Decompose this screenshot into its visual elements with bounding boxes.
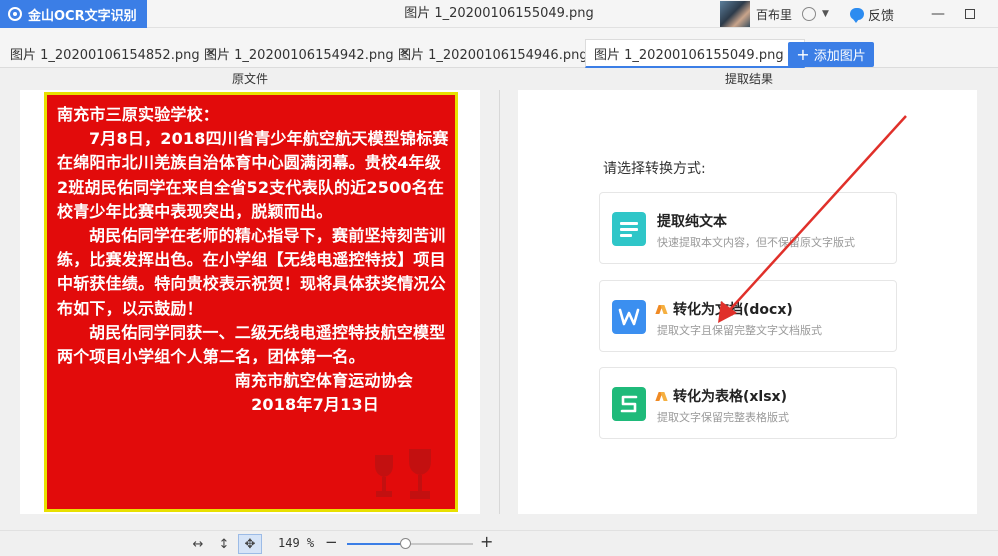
convert-to-docx-option[interactable]: 转化为文档(docx) 提取文字且保留完整文字文档版式 [599,280,897,352]
vip-badge-icon [657,391,668,402]
zoom-in-button[interactable]: + [480,532,493,551]
poster-signature: 南充市航空体育运动协会 [234,371,413,391]
minimize-button[interactable]: — [920,0,956,28]
original-image: 南充市三原实验学校： 7月8日，2018四川省青少年航空航天模型锦标赛在绵阳市北… [44,92,458,512]
tab-label: 图片 1_20200106154942.png [204,48,394,63]
chevron-down-icon[interactable]: ▼ [822,9,829,19]
zoom-level: 149 % [278,536,315,550]
app-brand-label: 金山OCR文字识别 [28,8,137,24]
add-image-label: 添加图片 [813,49,866,64]
trophy-decoration-icon [375,449,431,499]
result-pane: 请选择转换方式: 提取纯文本 快速提取本文内容，但不保留原文字版式 转化为文档(… [518,90,977,514]
tab-image-3[interactable]: 图片 1_20200106154946.png ✕ [390,39,608,68]
maximize-icon [965,9,975,19]
poster-heading: 南充市三原实验学校： [57,105,220,124]
maximize-button[interactable] [952,0,988,28]
poster-date: 2018年7月13日 [251,395,379,415]
tab-image-1[interactable]: 图片 1_20200106154852.png ✕ [2,39,220,68]
fit-height-icon[interactable]: ↕ [212,534,236,554]
poster-paragraph-3: 胡民佑同学同获一、二级无线电遥控特技航空模型两个项目小学组个人第二名，团体第一名… [57,322,446,367]
convert-prompt: 请选择转换方式: [603,161,706,177]
zoom-slider-thumb[interactable] [399,538,411,549]
option-title: 转化为表格(xlsx) [657,386,787,406]
tab-image-2[interactable]: 图片 1_20200106154942.png ✕ [196,39,414,68]
tab-label: 图片 1_20200106154852.png [10,48,200,63]
text-lines-icon [612,212,646,246]
original-file-header: 原文件 [231,72,268,86]
window-title: 图片 1_20200106155049.png [404,6,594,21]
add-image-button[interactable]: + 添加图片 [788,42,874,67]
app-brand[interactable]: 金山OCR文字识别 [0,0,147,28]
tab-bar: 图片 1_20200106154852.png ✕ 图片 1_202001061… [0,28,998,68]
option-description: 快速提取本文内容，但不保留原文字版式 [657,236,855,249]
extract-plain-text-option[interactable]: 提取纯文本 快速提取本文内容，但不保留原文字版式 [599,192,897,264]
title-bar: 金山OCR文字识别 图片 1_20200106155049.png 百布里 ▼ … [0,0,998,28]
tab-image-4[interactable]: 图片 1_20200106155049.png ✕ [585,39,806,68]
plus-icon: + [796,44,810,64]
pan-move-icon[interactable]: ✥ [238,534,262,554]
avatar[interactable] [720,1,750,27]
tab-label: 图片 1_20200106154946.png [398,48,588,63]
tab-label: 图片 1_20200106155049.png [594,47,784,63]
original-image-pane[interactable]: 南充市三原实验学校： 7月8日，2018四川省青少年航空航天模型锦标赛在绵阳市北… [20,90,480,514]
user-name[interactable]: 百布里 [756,6,792,23]
option-description: 提取文字保留完整表格版式 [657,411,789,424]
feedback-label: 反馈 [868,8,895,24]
zoom-slider[interactable] [347,538,473,549]
option-title: 提取纯文本 [657,214,727,230]
option-description: 提取文字且保留完整文字文档版式 [657,324,822,337]
result-header: 提取结果 [724,72,773,86]
vip-badge-icon [657,304,668,315]
fit-width-icon[interactable]: ↔ [186,534,210,554]
poster-paragraph-2: 胡民佑同学在老师的精心指导下，赛前坚持刻苦训练，比赛发挥出色。在小学组【无线电遥… [57,226,446,318]
poster-paragraph-1: 7月8日，2018四川省青少年航空航天模型锦标赛在绵阳市北川羌族自治体育中心圆满… [57,129,449,221]
chat-bubble-icon [850,8,864,23]
feedback-button[interactable]: 反馈 [850,0,894,28]
vip-icon[interactable] [802,7,817,21]
zoom-out-button[interactable]: − [325,533,338,551]
bottom-toolbar: ↔ ↕ ✥ 149 % − + [0,530,998,556]
option-title: 转化为文档(docx) [657,299,793,319]
user-area[interactable]: 百布里 ▼ [720,0,829,28]
convert-to-xlsx-option[interactable]: 转化为表格(xlsx) 提取文字保留完整表格版式 [599,367,897,439]
excel-sheet-icon [612,387,646,421]
zoom-slider-fill [347,543,405,545]
word-doc-icon [612,300,646,334]
pane-divider[interactable] [499,90,500,514]
app-logo-icon [8,7,22,21]
